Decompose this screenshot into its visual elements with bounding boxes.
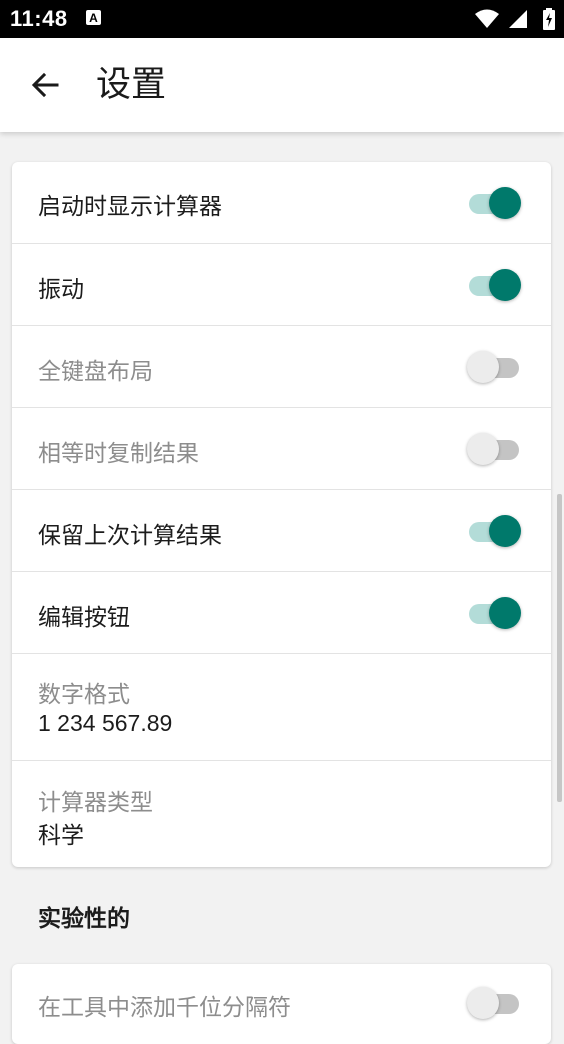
number-format-title: 数字格式: [38, 682, 130, 708]
setting-label: 编辑按钮: [38, 605, 130, 631]
back-button[interactable]: [20, 61, 72, 109]
page-title: 设置: [96, 65, 167, 105]
setting-row-full-keyboard[interactable]: 全键盘布局: [12, 325, 551, 407]
experimental-card: 在工具中添加千位分隔符: [12, 964, 551, 1044]
scrollbar[interactable]: [557, 494, 562, 802]
settings-card: 启动时显示计算器 振动 全键盘布局 相等时复制结果 保留上次计算结果 编辑按钮 …: [12, 162, 551, 867]
number-format-value: 1 234 567.89: [38, 710, 173, 736]
wifi-icon: [474, 9, 499, 28]
setting-row-number-format[interactable]: 数字格式 1 234 567.89: [12, 653, 551, 760]
status-time: 11:48: [10, 6, 68, 31]
notification-a-icon: A: [86, 10, 101, 25]
edit-buttons-switch[interactable]: [467, 595, 521, 631]
show-on-start-switch[interactable]: [467, 185, 521, 221]
calculator-type-value: 科学: [38, 823, 84, 849]
setting-label: 在工具中添加千位分隔符: [38, 995, 291, 1021]
setting-label: 振动: [38, 277, 84, 303]
cell-signal-icon: [508, 10, 527, 28]
thousand-separator-switch[interactable]: [467, 985, 521, 1021]
status-bar: 11:48 A: [0, 0, 564, 38]
full-keyboard-switch[interactable]: [467, 349, 521, 385]
setting-row-copy-on-equal[interactable]: 相等时复制结果: [12, 407, 551, 489]
setting-label: 启动时显示计算器: [38, 194, 222, 220]
setting-row-calculator-type[interactable]: 计算器类型 科学: [12, 760, 551, 867]
setting-row-vibration[interactable]: 振动: [12, 243, 551, 325]
setting-label: 保留上次计算结果: [38, 523, 222, 549]
setting-row-keep-last-result[interactable]: 保留上次计算结果: [12, 489, 551, 571]
calculator-type-title: 计算器类型: [38, 790, 153, 816]
setting-row-thousand-separator[interactable]: 在工具中添加千位分隔符: [12, 964, 551, 1044]
copy-on-equal-switch[interactable]: [467, 431, 521, 467]
setting-row-edit-buttons[interactable]: 编辑按钮: [12, 571, 551, 653]
keep-last-result-switch[interactable]: [467, 513, 521, 549]
app-bar: 设置: [0, 38, 564, 132]
setting-label: 全键盘布局: [38, 359, 153, 385]
arrow-back-icon: [31, 72, 59, 98]
vibration-switch[interactable]: [467, 267, 521, 303]
setting-label: 相等时复制结果: [38, 441, 199, 467]
setting-row-show-on-start[interactable]: 启动时显示计算器: [12, 162, 551, 243]
experimental-header: 实验性的: [38, 906, 130, 932]
system-icons: [474, 8, 556, 30]
battery-charging-icon: [543, 8, 555, 30]
